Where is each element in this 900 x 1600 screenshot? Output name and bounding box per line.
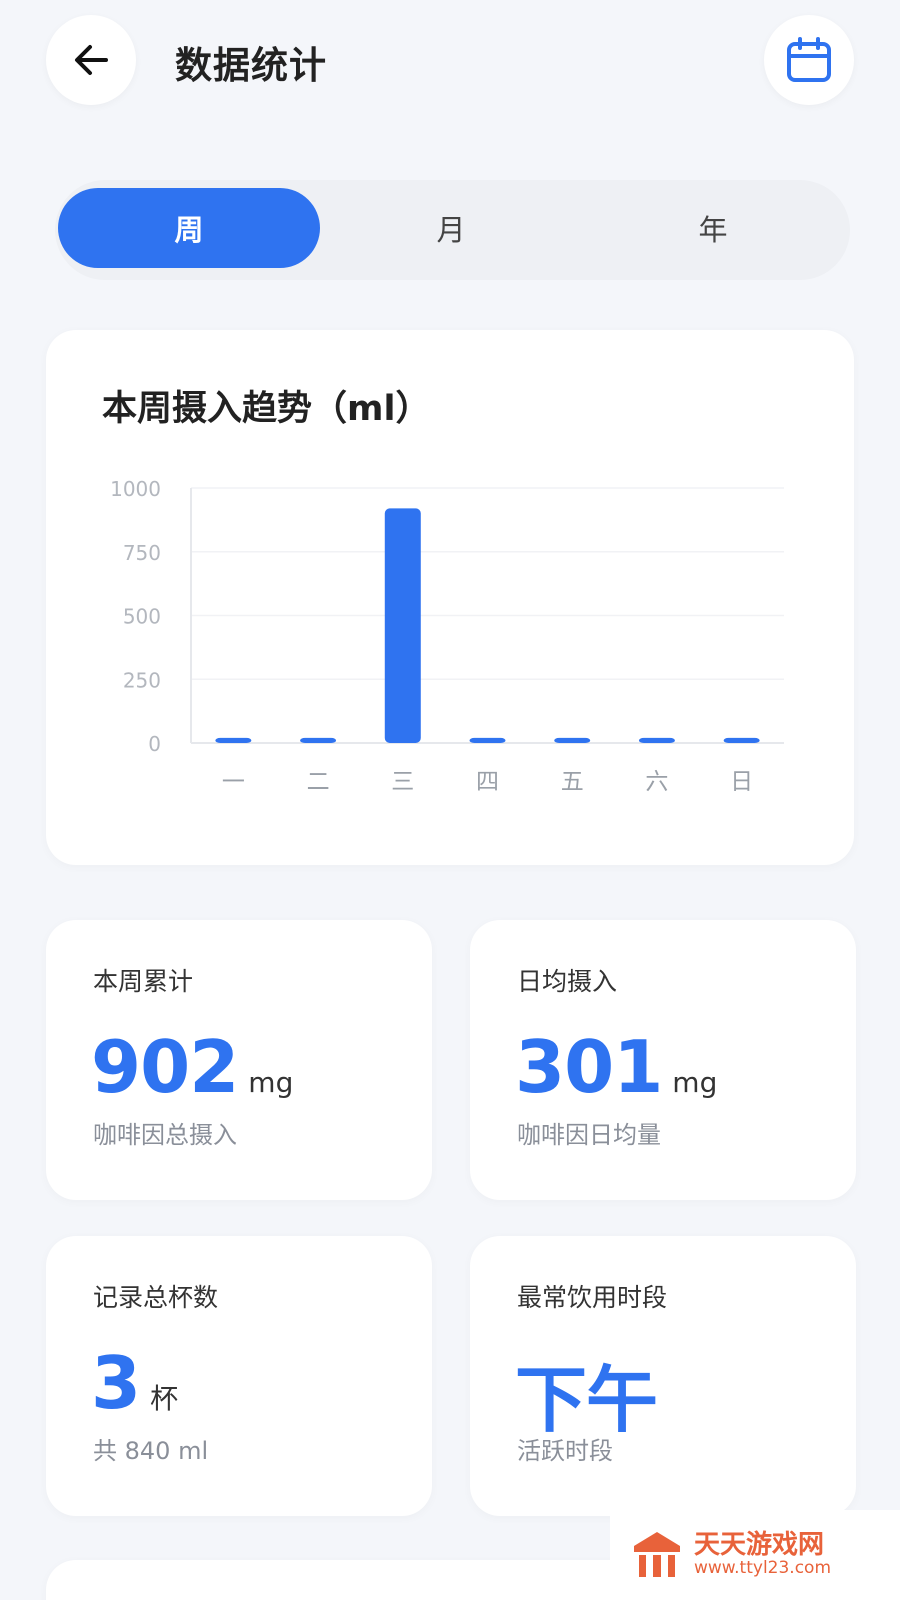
watermark-text: 天天游戏网 bbox=[694, 1530, 825, 1561]
stat-unit: mg bbox=[672, 1066, 718, 1099]
stat-subtitle: 活跃时段 bbox=[517, 1437, 613, 1465]
y-tick-label: 250 bbox=[123, 668, 161, 692]
chart-bar bbox=[554, 737, 591, 743]
chart-bar bbox=[723, 737, 760, 743]
weekly-bar-chart: 0 250 500 750 1000 一 二 三 四 五 六 日 bbox=[110, 477, 784, 795]
watermark: 天天游戏网 www.ttyl23.com bbox=[610, 1510, 900, 1600]
x-tick-label: 三 bbox=[391, 769, 414, 795]
back-button[interactable] bbox=[46, 15, 136, 105]
stat-label: 最常饮用时段 bbox=[517, 1283, 668, 1312]
stat-label: 本周累计 bbox=[93, 967, 194, 996]
calendar-icon bbox=[787, 37, 831, 82]
stat-subtitle: 共 840 ml bbox=[93, 1437, 209, 1465]
y-tick-label: 1000 bbox=[110, 477, 161, 501]
stat-unit: mg bbox=[248, 1066, 294, 1099]
stat-subtitle: 咖啡因总摄入 bbox=[93, 1121, 237, 1149]
x-tick-label: 五 bbox=[561, 769, 584, 795]
x-tick-label: 四 bbox=[476, 769, 499, 795]
stat-card-daily-average: 日均摄入 301 mg 咖啡因日均量 bbox=[470, 920, 856, 1200]
stat-card-total-cups: 记录总杯数 3 杯 共 840 ml bbox=[46, 1236, 432, 1516]
weekly-trend-card: 本周摄入趋势（ml） 0 250 500 750 1000 一二三四五六日 bbox=[46, 330, 854, 865]
stat-label: 日均摄入 bbox=[517, 967, 618, 996]
watermark-url: www.ttyl23.com bbox=[694, 1557, 832, 1578]
stat-label: 记录总杯数 bbox=[93, 1283, 219, 1312]
tab-month[interactable]: 月 bbox=[320, 188, 582, 268]
page-title: 数据统计 bbox=[175, 44, 327, 87]
watermark-logo-icon bbox=[634, 1532, 680, 1577]
x-tick-label: 二 bbox=[307, 769, 330, 795]
stats-page: 数据统计 周 月 年 本周摄入趋势（ml） 0 250 500 750 1000 一二三四… bbox=[0, 0, 900, 1600]
chart-bar bbox=[300, 737, 337, 743]
stat-value: 902 bbox=[91, 1025, 239, 1109]
stat-value: 3 bbox=[91, 1341, 141, 1425]
tab-week[interactable]: 周 bbox=[58, 188, 320, 268]
period-tabs: 周 月 年 bbox=[55, 180, 850, 280]
chart-bar bbox=[215, 737, 252, 743]
y-tick-label: 0 bbox=[148, 732, 161, 756]
arrow-left-icon bbox=[75, 45, 108, 75]
stat-value: 301 bbox=[515, 1025, 663, 1109]
stat-card-peak-period: 最常饮用时段 下午 活跃时段 bbox=[470, 1236, 856, 1516]
chart-bar bbox=[384, 508, 421, 743]
x-tick-label: 一 bbox=[222, 769, 245, 795]
x-tick-label: 日 bbox=[730, 769, 753, 795]
tab-year[interactable]: 年 bbox=[582, 188, 844, 268]
stat-unit: 杯 bbox=[150, 1382, 179, 1415]
chart-bar bbox=[638, 737, 675, 743]
y-tick-label: 750 bbox=[123, 541, 161, 565]
x-tick-label: 六 bbox=[645, 769, 668, 795]
stat-card-weekly-total: 本周累计 902 mg 咖啡因总摄入 bbox=[46, 920, 432, 1200]
calendar-button[interactable] bbox=[764, 15, 854, 105]
chart-bar bbox=[469, 737, 506, 743]
y-tick-label: 500 bbox=[123, 605, 161, 629]
stat-subtitle: 咖啡因日均量 bbox=[517, 1121, 661, 1149]
